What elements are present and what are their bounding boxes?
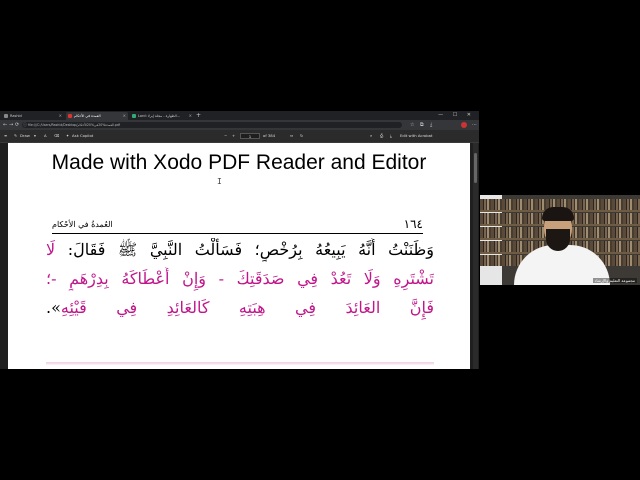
text-line-2: تَشْتَرِهِ وَلَا تَعُدْ فِي صَدَقَتِكَ -… bbox=[46, 267, 434, 291]
back-arrow-icon[interactable]: ← bbox=[3, 120, 7, 130]
participant-name-label: مجموعة التعليم والإرشاد bbox=[592, 278, 637, 283]
tab-close-icon[interactable]: × bbox=[59, 112, 62, 120]
search-icon[interactable]: ⌕ bbox=[370, 130, 372, 142]
watermark-text: Made with Xodo PDF Reader and Editor bbox=[51, 151, 427, 174]
print-icon[interactable]: ⎙ bbox=[380, 130, 383, 142]
contents-menu-icon[interactable]: ≡ bbox=[4, 130, 7, 142]
fit-page-icon[interactable]: ⇔ bbox=[290, 130, 293, 142]
page-header: العُمدةُ في الأحْكام ١٦٤ bbox=[52, 217, 423, 234]
text-segment: ». bbox=[46, 298, 61, 317]
browser-tab-bar: Rashid × العمدة في الأحكام × Lord: الطها… bbox=[0, 111, 479, 120]
profile-avatar[interactable] bbox=[461, 122, 467, 128]
page-number: ١٦٤ bbox=[403, 217, 423, 231]
page-number-input[interactable]: 1 bbox=[240, 133, 260, 139]
window-controls[interactable]: — ☐ ✕ bbox=[438, 111, 475, 120]
tab-other[interactable]: Lord: الطهارة - مجلة إيرلا… × bbox=[130, 112, 194, 120]
tab-close-icon[interactable]: × bbox=[189, 112, 192, 120]
url-field[interactable]: ⓘ file:///C:/Users/Rashid/Desktop/العمدة… bbox=[22, 122, 402, 128]
webcam-video: مجموعة التعليم والإرشاد bbox=[480, 195, 640, 285]
more-menu-icon[interactable]: ⋯ bbox=[472, 120, 477, 130]
new-tab-button[interactable]: + bbox=[196, 112, 201, 120]
text-line-3: فَإِنَّ العَائِدَ فِي هِبَتِهِ كَالعَائِ… bbox=[46, 296, 434, 320]
forward-arrow-icon[interactable]: → bbox=[9, 120, 13, 130]
pdf-toolbar: ≡ ✎ Draw ▾ A ⌫ ✦ Ask Copilot − + 1 of 38… bbox=[0, 130, 479, 143]
draw-button[interactable]: Draw bbox=[20, 130, 30, 142]
highlight-icon[interactable]: ▾ bbox=[34, 130, 36, 142]
save-icon[interactable]: ⤓ bbox=[390, 130, 392, 142]
edit-with-acrobat-button[interactable]: Edit with Acrobat bbox=[400, 130, 432, 142]
text-line-1: وَظَنَنْتُ أَنَّهُ يَبِيعُهُ بِرُخْصٍ؛ ف… bbox=[46, 238, 434, 262]
tab-label: Rashid bbox=[10, 114, 22, 118]
scrollbar-thumb[interactable] bbox=[474, 153, 477, 183]
pdf-page: Made with Xodo PDF Reader and Editor I ا… bbox=[8, 143, 470, 369]
text-segment: تَشْتَرِهِ وَلَا تَعُدْ فِي صَدَقَتِكَ -… bbox=[46, 269, 434, 288]
pdf-favicon-icon bbox=[68, 114, 72, 118]
text-segment: وَظَنَنْتُ أَنَّهُ يَبِيعُهُ بِرُخْصٍ؛ ف… bbox=[55, 240, 434, 259]
next-line-cutoff bbox=[46, 357, 434, 369]
downloads-icon[interactable]: ⤓ bbox=[430, 120, 432, 130]
zoom-out-button[interactable]: − bbox=[224, 130, 227, 142]
text-icon[interactable]: A bbox=[44, 130, 47, 142]
screen-share: Rashid × العمدة في الأحكام × Lord: الطها… bbox=[0, 111, 479, 369]
reload-icon[interactable]: ⟳ bbox=[15, 120, 19, 130]
book-title: العُمدةُ في الأحْكام bbox=[52, 220, 113, 229]
site-info-icon[interactable]: ⓘ bbox=[23, 122, 27, 128]
eraser-icon[interactable]: ⌫ bbox=[54, 130, 59, 142]
tab-pdf[interactable]: العمدة في الأحكام × bbox=[66, 112, 128, 120]
text-segment: لَا bbox=[46, 240, 56, 259]
url-text: file:///C:/Users/Rashid/Desktop/العمدة%2… bbox=[28, 123, 121, 127]
vertical-scrollbar[interactable] bbox=[473, 143, 478, 369]
page-count: of 384 bbox=[263, 133, 276, 138]
zoom-in-button[interactable]: + bbox=[232, 130, 235, 142]
address-bar-row: ← → ⟳ ⓘ file:///C:/Users/Rashid/Desktop/… bbox=[0, 120, 479, 130]
tab-close-icon[interactable]: × bbox=[123, 112, 126, 120]
speaker-hair bbox=[542, 207, 574, 221]
copilot-icon[interactable]: ✦ bbox=[66, 130, 69, 142]
extensions-icon[interactable]: ⧉ bbox=[420, 120, 424, 130]
draw-icon[interactable]: ✎ bbox=[14, 130, 17, 142]
tab-label: Lord: الطهارة - مجلة إيرلا… bbox=[138, 114, 181, 118]
star-icon[interactable]: ☆ bbox=[410, 120, 414, 130]
tab-label: العمدة في الأحكام bbox=[74, 114, 101, 118]
text-segment: فَإِنَّ العَائِدَ فِي هِبَتِهِ كَالعَائِ… bbox=[60, 298, 434, 317]
rotate-icon[interactable]: ↻ bbox=[300, 130, 303, 142]
tab-rashid[interactable]: Rashid × bbox=[2, 112, 64, 120]
ask-copilot-button[interactable]: Ask Copilot bbox=[72, 130, 93, 142]
text-cursor-icon: I bbox=[217, 177, 222, 186]
tab-favicon-icon bbox=[4, 114, 8, 118]
tab-favicon-icon bbox=[132, 114, 136, 118]
